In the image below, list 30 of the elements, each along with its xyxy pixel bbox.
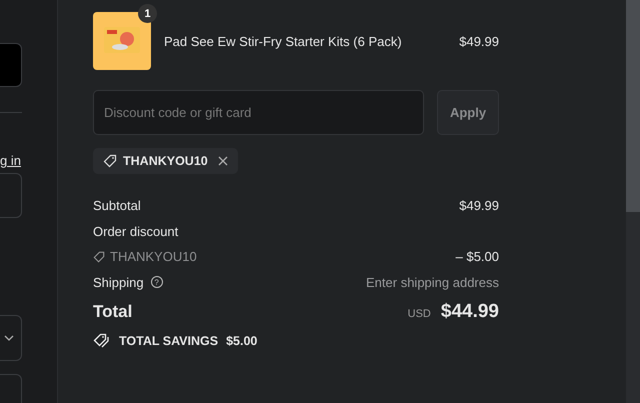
help-button[interactable]: ?	[150, 276, 163, 288]
discount-code-field[interactable]: Discount code or gift card	[93, 90, 424, 135]
discount-code: THANKYOU10	[123, 154, 208, 168]
tag-icon	[103, 154, 117, 168]
input-field[interactable]	[0, 173, 22, 218]
login-link[interactable]: g in	[0, 153, 22, 168]
quantity-badge: 1	[138, 4, 157, 23]
summary-label: Order discount	[93, 224, 178, 239]
total-label: Total	[93, 302, 132, 322]
input-field[interactable]	[0, 374, 22, 403]
summary-label: Subtotal	[93, 198, 141, 214]
summary-label: Shipping	[93, 274, 144, 290]
scrollbar[interactable]	[626, 0, 640, 403]
summary-value: $49.99	[459, 198, 499, 214]
product-name: Pad See Ew Stir-Fry Starter Kits (6 Pack)	[164, 34, 403, 48]
product-price: $49.99	[459, 34, 499, 48]
summary-value: – $5.00	[456, 249, 499, 264]
close-icon[interactable]	[218, 156, 228, 166]
savings-label: TOTAL SAVINGS	[119, 334, 218, 348]
select-field[interactable]	[0, 315, 22, 361]
total-value: $44.99	[440, 301, 499, 323]
tags-icon	[93, 333, 111, 348]
currency-code: USD	[408, 308, 431, 320]
tag-icon	[93, 250, 105, 263]
summary-value: Enter shipping address	[366, 274, 499, 290]
savings-value: $5.00	[226, 334, 258, 348]
input-field[interactable]	[0, 43, 22, 88]
scrollbar-thumb[interactable]	[626, 0, 640, 212]
chevron-down-icon	[4, 334, 14, 341]
discount-code: THANKYOU10	[110, 249, 197, 264]
